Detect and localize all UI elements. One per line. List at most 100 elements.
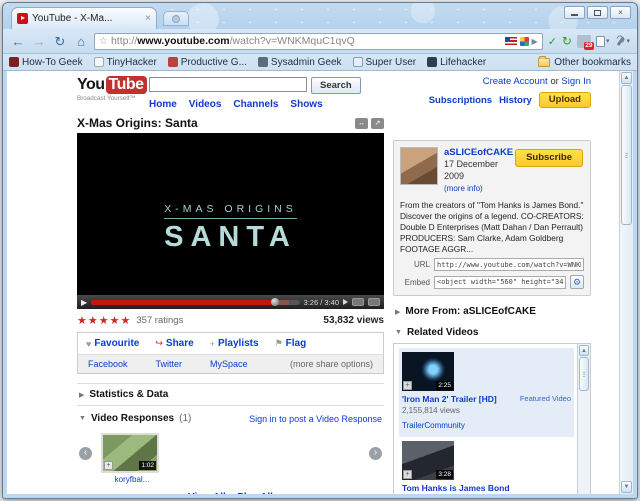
minimize-button[interactable]: [564, 6, 585, 19]
related-user-link[interactable]: TrailerCommunity: [402, 421, 465, 430]
player-controls: ▶ 3:26 / 3:40: [77, 295, 384, 309]
share-button[interactable]: ↪Share: [155, 338, 193, 349]
sign-in-link[interactable]: Sign In: [561, 76, 591, 87]
play-button-icon[interactable]: ▶: [81, 298, 87, 307]
response-thumbnail[interactable]: + 1:02: [101, 433, 159, 473]
play-icon[interactable]: ▶: [532, 37, 538, 46]
history-link[interactable]: History: [499, 95, 532, 106]
playlists-button[interactable]: +Playlists: [210, 338, 259, 349]
tab-close-icon[interactable]: ×: [145, 14, 151, 24]
progress-scrubber[interactable]: [271, 298, 279, 306]
related-thumbnail[interactable]: + 2:25: [402, 352, 454, 391]
palette-icon[interactable]: [520, 37, 529, 46]
video-player[interactable]: X-MAS ORIGINS SANTA ▶ 3:26 / 3:: [77, 133, 384, 309]
more-info-link[interactable]: (more info): [444, 184, 483, 193]
bookmark-star-icon[interactable]: ☆: [99, 36, 108, 47]
scroll-up-icon[interactable]: ▲: [579, 345, 589, 356]
reload-icon[interactable]: ↻: [52, 35, 68, 48]
bookmark-favicon: [353, 57, 363, 67]
progress-bar[interactable]: [91, 300, 299, 305]
facebook-link[interactable]: Facebook: [88, 359, 128, 369]
popout-icon[interactable]: ↗: [371, 118, 384, 129]
subscriptions-link[interactable]: Subscriptions: [429, 95, 492, 106]
related-video-item[interactable]: + 2:25 'Iron Man 2' Trailer [HD] Feature…: [399, 348, 574, 437]
bookmark-sysadmingeek[interactable]: Sysadmin Geek: [258, 57, 342, 68]
more-share-options-link[interactable]: (more share options): [290, 359, 373, 369]
related-title-link[interactable]: 'Iron Man 2' Trailer [HD]: [402, 394, 510, 405]
create-account-link[interactable]: Create Account: [483, 76, 548, 87]
search-input[interactable]: [149, 77, 307, 92]
flag-button[interactable]: ⚑Flag: [275, 338, 307, 349]
close-button[interactable]: ×: [610, 6, 631, 19]
carousel-next-icon[interactable]: ›: [369, 447, 382, 460]
nav-channels[interactable]: Channels: [233, 99, 278, 110]
badge-extension-icon[interactable]: 29: [577, 35, 591, 48]
page-menu[interactable]: ▾: [596, 36, 610, 47]
maximize-button[interactable]: [587, 6, 608, 19]
browser-tab[interactable]: YouTube - X-Ma... ×: [11, 7, 157, 29]
page-scrollbar[interactable]: ▲ ▼: [619, 71, 633, 494]
progress-fill: [91, 300, 274, 305]
chevron-down-icon[interactable]: ▼: [79, 415, 86, 422]
related-videos-header[interactable]: ▼ Related Videos: [393, 327, 591, 338]
search-button[interactable]: Search: [311, 77, 361, 94]
resize-icon[interactable]: ↔: [355, 118, 368, 129]
related-thumbnail[interactable]: + 3:28: [402, 441, 454, 480]
volume-icon[interactable]: [343, 299, 348, 305]
sign-in-response-link[interactable]: Sign in to post a Video Response: [249, 414, 382, 424]
video-duration: 2:25: [436, 381, 453, 390]
more-from-header[interactable]: ▶ More From: aSLICEofCAKE: [393, 306, 591, 317]
bookmark-lifehacker[interactable]: Lifehacker: [427, 57, 486, 68]
expand-icon[interactable]: +: [403, 470, 412, 479]
related-title-link[interactable]: Tom Hanks is James Bond: [402, 483, 510, 494]
uploader-name-link[interactable]: aSLICEofCAKE: [444, 147, 513, 158]
scrollbar-thumb[interactable]: [621, 85, 632, 225]
statistics-section-header[interactable]: ▶ Statistics & Data: [77, 383, 384, 406]
url-field[interactable]: [434, 258, 584, 271]
new-tab-button[interactable]: [163, 11, 189, 26]
bookmark-superuser[interactable]: Super User: [353, 57, 417, 68]
browser-toolbar: ← → ↻ ⌂ ☆ http://www.youtube.com/watch?v…: [3, 29, 637, 54]
check-extension-icon[interactable]: ✓: [548, 35, 557, 48]
video-duration: 3:28: [436, 470, 453, 479]
scroll-down-icon[interactable]: ▼: [621, 481, 632, 493]
twitter-link[interactable]: Twitter: [156, 359, 183, 369]
nav-videos[interactable]: Videos: [189, 99, 222, 110]
forward-icon[interactable]: →: [31, 35, 47, 48]
usa-flag-icon[interactable]: [505, 37, 517, 45]
nav-shows[interactable]: Shows: [290, 99, 322, 110]
home-icon[interactable]: ⌂: [73, 35, 89, 48]
bookmark-productive[interactable]: Productive G...: [168, 57, 247, 68]
subscribe-button[interactable]: Subscribe: [515, 149, 583, 167]
view-all-link[interactable]: View All: [188, 492, 226, 494]
embed-field[interactable]: [434, 276, 566, 289]
response-caption-link[interactable]: koryfbal...: [115, 475, 150, 484]
scroll-up-icon[interactable]: ▲: [621, 72, 632, 84]
sync-extension-icon[interactable]: ↻: [562, 34, 572, 48]
back-icon[interactable]: ←: [10, 35, 26, 48]
hd-button-icon[interactable]: [352, 298, 364, 306]
gear-icon[interactable]: ⚙: [570, 275, 584, 289]
play-all-link[interactable]: Play All: [237, 492, 273, 494]
wrench-menu[interactable]: ▾: [614, 36, 630, 47]
expand-icon[interactable]: +: [403, 381, 412, 390]
upload-button[interactable]: Upload: [539, 92, 591, 108]
carousel-prev-icon[interactable]: ‹: [79, 447, 92, 460]
related-scrollbar[interactable]: ▲ ▼: [577, 344, 590, 494]
fullscreen-icon[interactable]: [368, 298, 380, 306]
related-video-item[interactable]: + 3:28 Tom Hanks is James Bond 945,460 v…: [399, 437, 574, 494]
expand-icon[interactable]: +: [104, 461, 113, 470]
nav-home[interactable]: Home: [149, 99, 177, 110]
bookmark-tinyhacker[interactable]: TinyHacker: [94, 57, 157, 68]
address-bar[interactable]: ☆ http://www.youtube.com/watch?v=WNKMquC…: [94, 33, 543, 50]
youtube-logo[interactable]: YouTube: [77, 76, 149, 94]
uploader-avatar[interactable]: [400, 147, 438, 185]
favourite-button[interactable]: ♥Favourite: [86, 338, 139, 349]
rating-stars-icon[interactable]: ★★★★★: [77, 314, 131, 327]
scrollbar-thumb[interactable]: [579, 357, 589, 391]
related-views: 2,155,814 views: [402, 406, 571, 415]
other-bookmarks-button[interactable]: Other bookmarks: [538, 57, 631, 68]
bookmark-howtogeek[interactable]: How-To Geek: [9, 57, 83, 68]
url-scheme: http://: [111, 35, 137, 47]
myspace-link[interactable]: MySpace: [210, 359, 248, 369]
